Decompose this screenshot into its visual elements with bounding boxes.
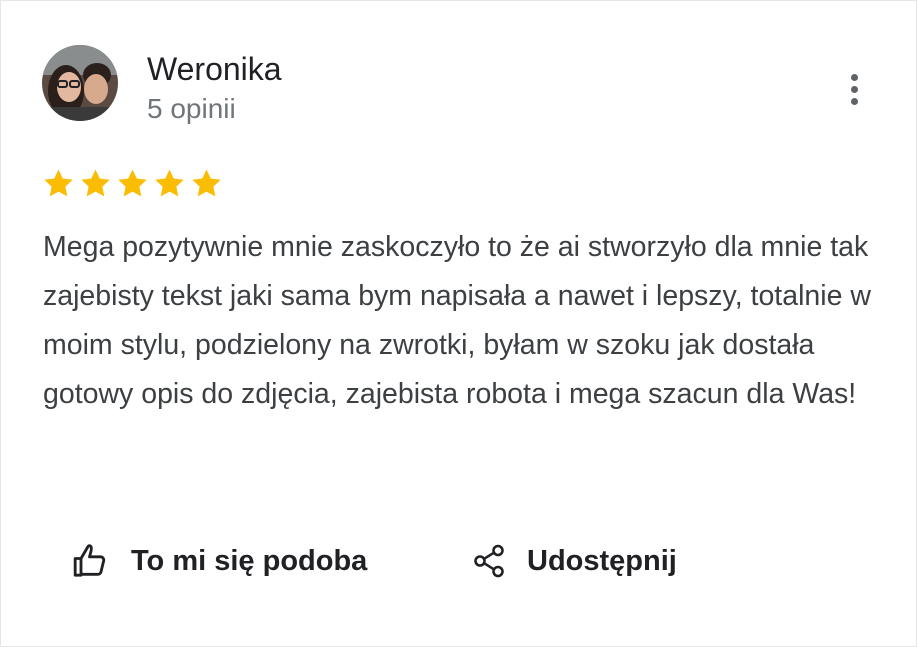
share-label: Udostępnij <box>527 544 677 577</box>
star-icon <box>118 169 147 197</box>
share-icon <box>474 544 504 578</box>
more-vert-icon <box>850 97 858 105</box>
share-button[interactable]: Udostępnij <box>471 537 677 585</box>
avatar-photo <box>42 45 118 121</box>
author-name[interactable]: Weronika <box>147 49 282 89</box>
more-vert-icon <box>850 85 858 93</box>
review-card: Weronika 5 opinii Mega pozytywnie mnie z… <box>0 0 917 647</box>
review-text: Mega pozytywnie mnie zaskoczyło to że ai… <box>43 231 871 410</box>
thumb-up-icon <box>73 544 106 577</box>
star-rating <box>42 167 223 201</box>
star-icon <box>192 169 221 197</box>
more-vert-icon <box>850 73 858 81</box>
like-label: To mi się podoba <box>131 544 368 577</box>
like-button[interactable]: To mi się podoba <box>71 537 367 585</box>
more-options-button[interactable] <box>839 69 869 109</box>
author-review-count: 5 opinii <box>147 93 236 124</box>
review-actions: To mi się podoba Udostępnij <box>1 531 917 591</box>
star-icon <box>81 169 110 197</box>
star-icon <box>155 169 184 197</box>
star-icon <box>44 169 73 197</box>
avatar[interactable] <box>42 45 118 121</box>
